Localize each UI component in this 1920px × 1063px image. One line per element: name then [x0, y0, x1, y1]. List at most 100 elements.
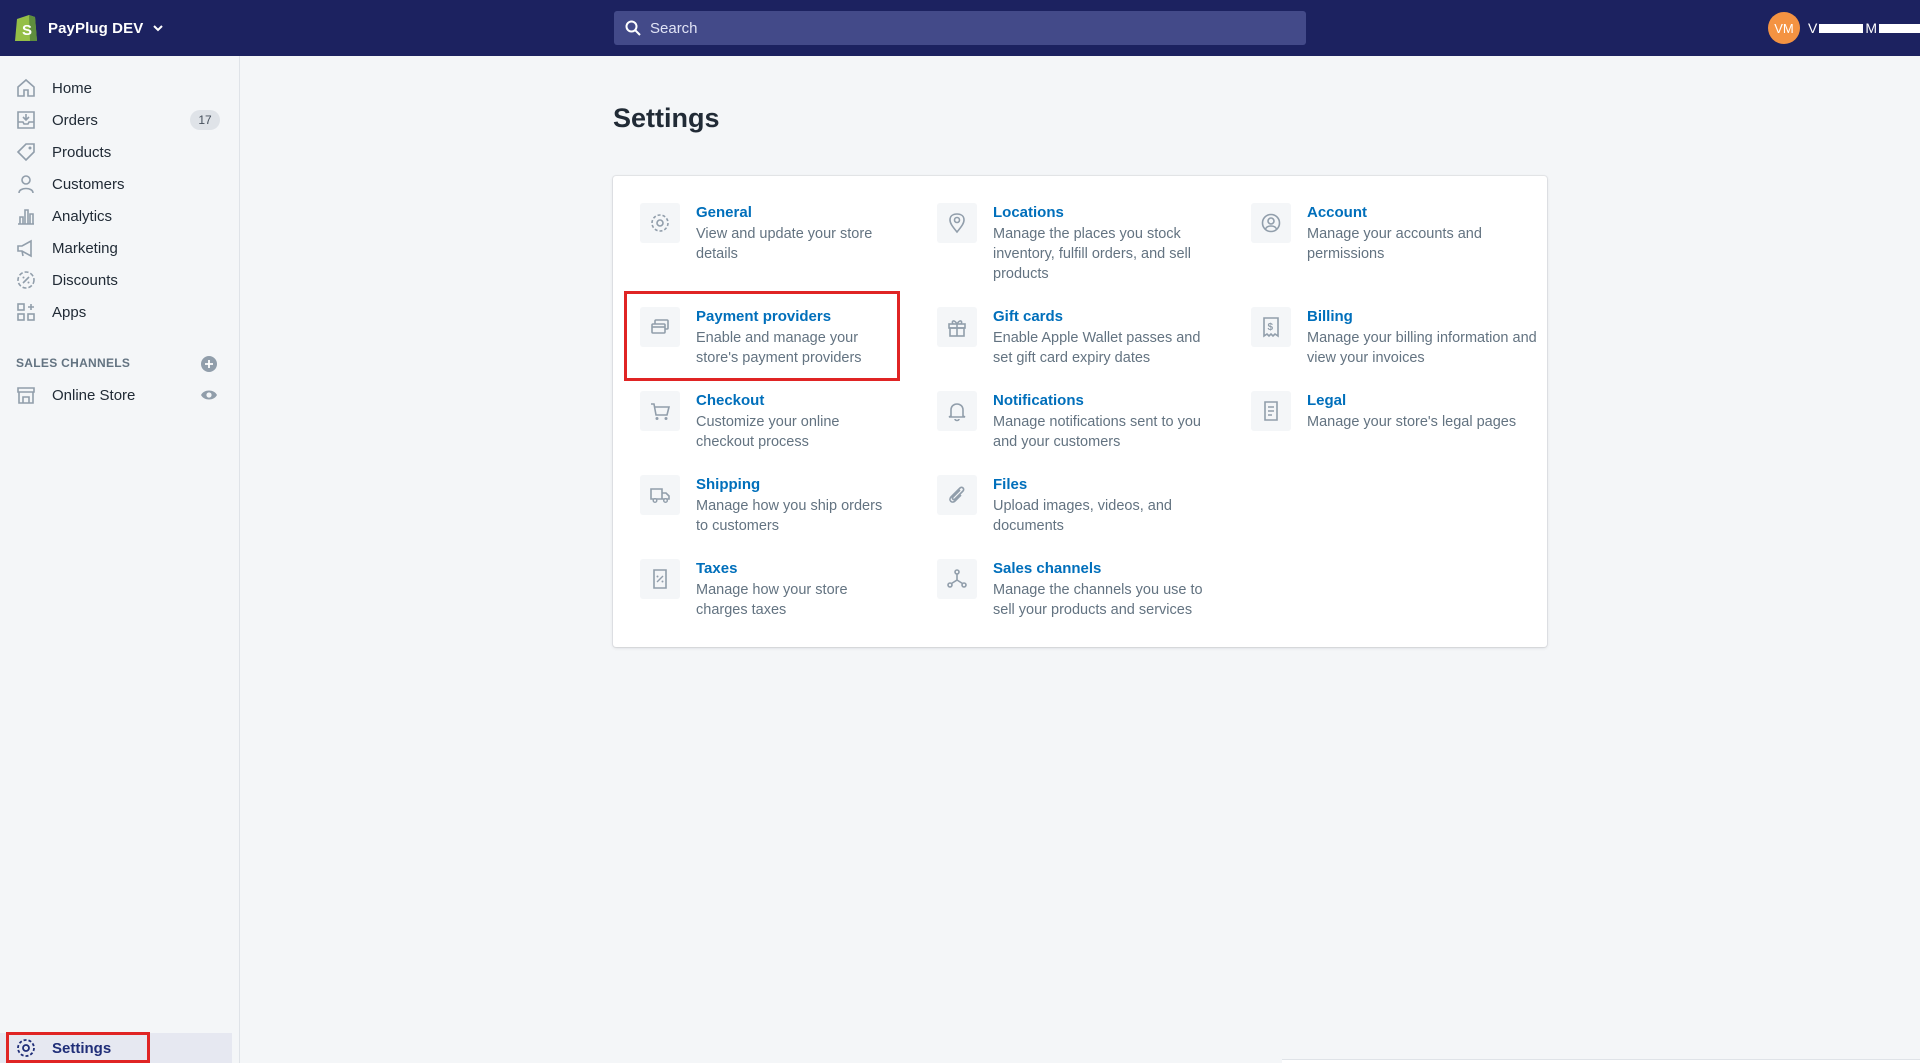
setting-description: View and update your store details [696, 226, 873, 262]
sidebar-item-label: Settings [52, 1039, 112, 1057]
sidebar-item-label: Products [52, 143, 112, 161]
setting-gift-cards[interactable]: Gift cards Enable Apple Wallet passes an… [937, 307, 1217, 377]
home-icon [17, 78, 35, 97]
sidebar-item-orders[interactable]: Orders 17 [0, 104, 240, 136]
sidebar-item-label: Online Store [52, 386, 136, 404]
apps-icon [17, 303, 35, 321]
avatar: VM [1768, 12, 1800, 44]
cart-icon [651, 403, 671, 420]
setting-title[interactable]: Checkout [696, 392, 764, 409]
setting-notifications[interactable]: Notifications Manage notifications sent … [937, 391, 1217, 461]
orders-count-badge: 17 [190, 110, 220, 130]
legal-icon [1264, 401, 1278, 421]
setting-icon-box [937, 203, 977, 243]
setting-description: Manage how you ship orders to customers [696, 498, 883, 534]
sidebar-item-label: Orders [52, 111, 98, 129]
sidebar-item-label: Apps [52, 303, 87, 321]
sales-channels-heading: SALES CHANNELS [16, 356, 131, 370]
sidebar-item-analytics[interactable]: Analytics [0, 200, 240, 232]
sidebar-item-apps[interactable]: Apps [0, 296, 240, 328]
setting-icon-box [937, 307, 977, 347]
setting-title[interactable]: Shipping [696, 476, 760, 493]
setting-icon-box [640, 559, 680, 599]
setting-icon-box [640, 203, 680, 243]
setting-title[interactable]: General [696, 204, 752, 221]
setting-icon-box [1251, 203, 1291, 243]
svg-text:S: S [22, 22, 32, 39]
setting-description: Manage the channels you use to sell your… [993, 582, 1203, 618]
setting-billing[interactable]: $ Billing Manage your billing informatio… [1251, 307, 1537, 377]
search-box[interactable] [614, 11, 1306, 45]
setting-checkout[interactable]: Checkout Customize your online checkout … [640, 391, 900, 461]
sidebar-item-customers[interactable]: Customers [0, 168, 240, 200]
store-icon [17, 387, 35, 404]
sidebar-item-home[interactable]: Home [0, 72, 240, 104]
setting-title[interactable]: Notifications [993, 392, 1084, 409]
setting-description: Manage your billing information and view… [1307, 330, 1537, 366]
setting-title[interactable]: Sales channels [993, 560, 1101, 577]
setting-legal[interactable]: Legal Manage your store's legal pages [1251, 391, 1531, 441]
search-input[interactable] [650, 19, 1290, 37]
setting-description: Upload images, videos, and documents [993, 498, 1172, 534]
svg-text:$: $ [1268, 322, 1274, 333]
search-icon [625, 20, 641, 36]
shopify-logo-icon: S [15, 15, 37, 41]
bottom-panel-edge [1282, 1059, 1920, 1063]
setting-title[interactable]: Locations [993, 204, 1064, 221]
setting-sales-channels[interactable]: Sales channels Manage the channels you u… [937, 559, 1217, 629]
redacted-block [1819, 23, 1864, 33]
truck-icon [650, 488, 670, 503]
gift-icon [948, 320, 966, 337]
setting-payment-providers[interactable]: Payment providers Enable and manage your… [640, 307, 900, 377]
setting-files[interactable]: Files Upload images, videos, and documen… [937, 475, 1217, 545]
setting-title[interactable]: Gift cards [993, 308, 1063, 325]
paperclip-icon [949, 486, 965, 503]
setting-title[interactable]: Files [993, 476, 1027, 493]
setting-title[interactable]: Payment providers [696, 308, 831, 325]
setting-locations[interactable]: Locations Manage the places you stock in… [937, 203, 1217, 293]
setting-shipping[interactable]: Shipping Manage how you ship orders to c… [640, 475, 900, 545]
setting-title[interactable]: Taxes [696, 560, 737, 577]
chevron-down-icon [153, 25, 164, 32]
discount-icon [17, 271, 35, 289]
gear-icon [17, 1039, 35, 1057]
setting-taxes[interactable]: Taxes Manage how your store charges taxe… [640, 559, 900, 629]
tax-receipt-icon [653, 569, 667, 589]
sidebar-item-online-store[interactable]: Online Store [0, 379, 240, 411]
eye-icon[interactable] [200, 386, 218, 404]
account-icon [1261, 213, 1281, 233]
orders-icon [17, 111, 35, 129]
sidebar: Home Orders 17 Products Customers Analyt… [0, 56, 240, 1063]
setting-general[interactable]: General View and update your store detai… [640, 203, 900, 283]
setting-icon-box [640, 307, 680, 347]
setting-title[interactable]: Legal [1307, 392, 1346, 409]
sidebar-item-label: Analytics [52, 207, 113, 225]
user-menu[interactable]: VM V M [1768, 12, 1920, 44]
add-sales-channel-icon[interactable] [200, 355, 218, 373]
settings-card: General View and update your store detai… [613, 176, 1547, 647]
sidebar-item-products[interactable]: Products [0, 136, 240, 168]
gear-icon [651, 214, 669, 232]
sidebar-item-discounts[interactable]: Discounts [0, 264, 240, 296]
user-name: V M [1808, 20, 1920, 36]
setting-description: Customize your online checkout process [696, 414, 840, 450]
setting-icon-box [1251, 391, 1291, 431]
sidebar-item-settings[interactable]: Settings [0, 1033, 232, 1063]
setting-icon-box [937, 475, 977, 515]
setting-description: Manage how your store charges taxes [696, 582, 848, 618]
setting-icon-box [640, 391, 680, 431]
sidebar-item-marketing[interactable]: Marketing [0, 232, 240, 264]
setting-title[interactable]: Billing [1307, 308, 1353, 325]
person-icon [18, 175, 34, 194]
page-title: Settings [613, 103, 720, 133]
channels-icon [947, 569, 967, 588]
setting-description: Manage notifications sent to you and you… [993, 414, 1201, 450]
redacted-block [1879, 23, 1920, 33]
setting-title[interactable]: Account [1307, 204, 1367, 221]
bell-icon [948, 403, 966, 422]
sidebar-item-label: Discounts [52, 271, 118, 289]
store-switcher[interactable]: S PayPlug DEV [14, 13, 165, 43]
sidebar-item-label: Customers [52, 175, 125, 193]
bar-chart-icon [18, 209, 34, 225]
setting-account[interactable]: Account Manage your accounts and permiss… [1251, 203, 1531, 273]
